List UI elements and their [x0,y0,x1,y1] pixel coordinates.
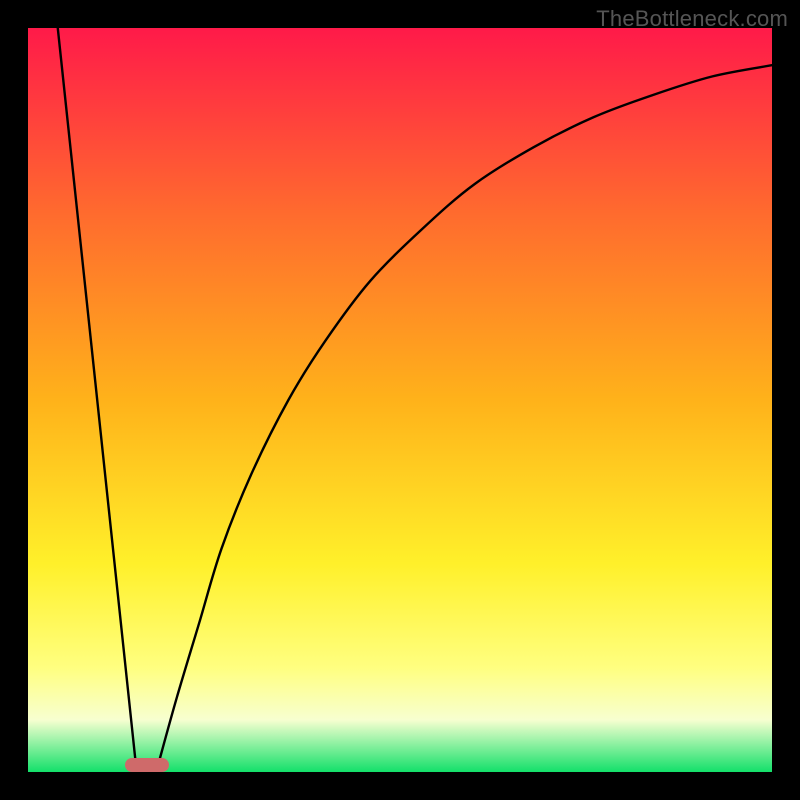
plot-area [28,28,772,772]
plot-svg [28,28,772,772]
gradient-background [28,28,772,772]
chart-frame: TheBottleneck.com [0,0,800,800]
bottleneck-marker [125,758,169,772]
